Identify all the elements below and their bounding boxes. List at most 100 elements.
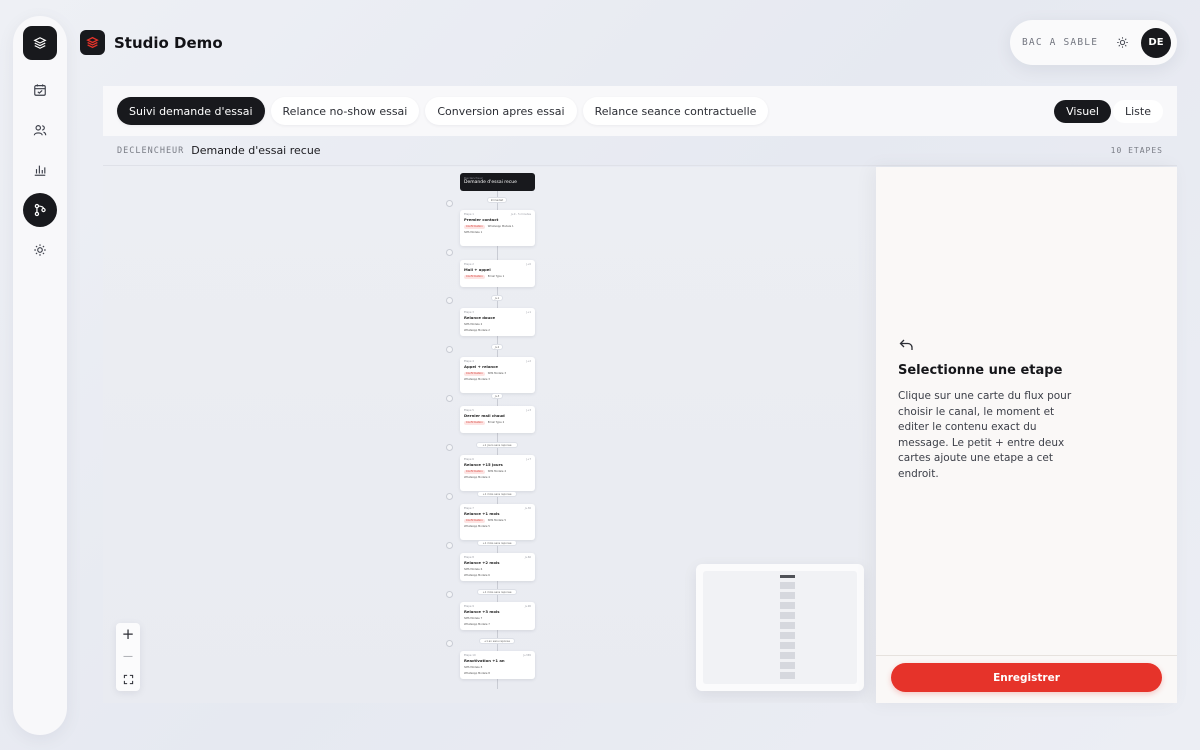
step-card[interactable]: Etape 9 J+90 Relance +3 mois SMS Modele 7 Wh… [460,602,535,630]
flow-tabs-bar: Suivi demande d'essai Relance no-show es… [103,86,1177,136]
sun-settings-icon[interactable] [23,233,57,267]
step-card-meta: J+0 - 5 minutes [510,213,531,216]
minimap-step-block [780,582,795,589]
back-arrow-icon[interactable] [898,337,914,353]
tab-relance-seance-contractuelle[interactable]: Relance seance contractuelle [582,97,769,125]
add-step-plus-icon[interactable] [446,493,453,500]
minimap-step-block [780,622,795,629]
step-count: 10 ETAPES [1110,146,1163,155]
step-card[interactable]: Etape 6 J+7 Relance +15 jours Confirmation S… [460,455,535,491]
tab-relance-no-show[interactable]: Relance no-show essai [270,97,420,125]
flow-delay-pill[interactable]: Immediat [487,197,507,203]
layers-icon[interactable] [23,26,57,60]
bar-chart-icon[interactable] [23,153,57,187]
trigger-bar: DECLENCHEUR Demande d'essai recue 10 ETA… [103,136,1177,166]
step-card-row: Confirmation Email Type 1 [464,275,531,279]
step-card-meta: J+2 [526,360,531,363]
panel-description: Clique sur une carte du flux pour choisi… [898,390,1072,480]
trigger-label: DECLENCHEUR [117,145,185,156]
step-card-meta: J+365 [523,654,531,657]
step-card-title: Mail + appel [464,267,491,272]
step-card-title: Appel + relance [464,364,498,369]
flow-icon[interactable] [23,193,57,227]
theme-toggle-icon[interactable] [1114,35,1130,51]
step-chip: Confirmation [464,421,485,425]
step-channel: SMS Modele 2 [464,323,483,326]
step-chip: Confirmation [464,225,485,229]
step-card[interactable]: Etape 8 J+60 Relance +2 mois SMS Modele 6 Wh… [460,553,535,581]
step-card-title: Relance +15 jours [464,462,503,467]
step-channel: Email Type 2 [487,421,505,424]
zoom-out-button[interactable]: — [118,647,138,667]
tab-conversion-apres-essai[interactable]: Conversion apres essai [425,97,577,125]
step-card-title: Relance +2 mois [464,560,500,565]
step-channel: SMS Modele 4 [487,470,506,473]
step-card-row: SMS Modele 1 [464,231,531,235]
flow-canvas[interactable]: Declencheur Demande d'essai recue Immedi… [103,167,876,703]
step-card-row: Confirmation SMS Modele 3 [464,372,531,376]
fit-screen-icon[interactable] [118,670,138,690]
add-step-plus-icon[interactable] [446,346,453,353]
step-card-meta: J+1 [526,311,531,314]
step-card[interactable]: Etape 7 J+30 Relance +1 mois Confirmation SM… [460,504,535,540]
step-card-row: SMS Modele 8 [464,666,531,670]
minimap-step-block [780,592,795,599]
step-card[interactable]: Etape 10 J+365 Reactivation +1 an SMS Model… [460,651,535,679]
step-card-row: WhatsApp Modele 3 [464,378,531,382]
step-card-row: WhatsApp Modele 7 [464,623,531,627]
minimap-step-block [780,662,795,669]
step-card-title: Relance douce [464,315,496,320]
flow-delay-pill[interactable]: +1 mois sans reponse [477,491,517,497]
step-card[interactable]: Etape 3 J+1 Relance douce SMS Modele 2 Whats… [460,308,535,336]
trigger-value: Demande d'essai recue [191,144,321,157]
panel-footer: Enregistrer [876,655,1177,703]
step-channel: SMS Modele 6 [464,568,483,571]
flow-delay-pill[interactable]: +1 mois sans reponse [477,540,517,546]
add-step-plus-icon[interactable] [446,444,453,451]
view-toggle: Visuel Liste [1054,99,1163,123]
add-step-plus-icon[interactable] [446,200,453,207]
step-card-title: Relance +1 mois [464,511,500,516]
add-step-plus-icon[interactable] [446,591,453,598]
app-title: Studio Demo [114,33,223,52]
save-button[interactable]: Enregistrer [891,663,1162,692]
add-step-plus-icon[interactable] [446,297,453,304]
sandbox-label: BAC A SABLE [1022,37,1099,48]
add-step-plus-icon[interactable] [446,249,453,256]
step-card[interactable]: Etape 4 J+2 Appel + relance Confirmation SMS… [460,357,535,393]
tab-suivi-demande-essai[interactable]: Suivi demande d'essai [117,97,265,125]
view-visual-button[interactable]: Visuel [1054,99,1111,123]
trigger-card[interactable]: Declencheur Demande d'essai recue [460,173,535,191]
step-chip: Confirmation [464,275,485,279]
flow-delay-pill[interactable]: +1 mois sans reponse [477,589,517,595]
zoom-in-button[interactable]: + [118,624,138,644]
flow-delay-pill[interactable]: J+2 [491,344,503,350]
add-step-plus-icon[interactable] [446,542,453,549]
step-card-meta: J+0 [526,263,531,266]
flow-delay-pill[interactable]: +1 jours sans reponse [476,442,518,448]
step-card-row: SMS Modele 6 [464,568,531,572]
step-card-meta: J+3 [526,409,531,412]
flow-delay-pill[interactable]: +1 an sans reponse [478,638,516,644]
calendar-check-icon[interactable] [23,73,57,107]
step-channel: SMS Modele 7 [464,617,483,620]
flow-delay-pill[interactable]: J+1 [491,295,503,301]
top-right-controls: BAC A SABLE DE [1010,20,1177,65]
flow-delay-pill[interactable]: J+3 [491,393,503,399]
step-card-row: Confirmation SMS Modele 5 [464,519,531,523]
brand: Studio Demo [80,30,223,55]
step-card[interactable]: Etape 5 J+3 Dernier mail chaud Confirmation… [460,406,535,433]
avatar[interactable]: DE [1141,27,1171,58]
step-card-row: SMS Modele 7 [464,617,531,621]
minimap-viewport [703,571,857,684]
view-list-button[interactable]: Liste [1113,99,1163,123]
step-card[interactable]: Etape 2 J+0 Mail + appel Confirmation Email … [460,260,535,287]
minimap[interactable] [696,564,864,691]
add-step-plus-icon[interactable] [446,640,453,647]
step-card[interactable]: Etape 1 J+0 - 5 minutes Premier contact Con… [460,210,535,246]
users-icon[interactable] [23,113,57,147]
step-channel: WhatsApp Modele 7 [464,623,490,626]
step-card-row: Confirmation Email Type 2 [464,421,531,425]
step-channel: WhatsApp Modele 3 [464,378,490,381]
add-step-plus-icon[interactable] [446,395,453,402]
